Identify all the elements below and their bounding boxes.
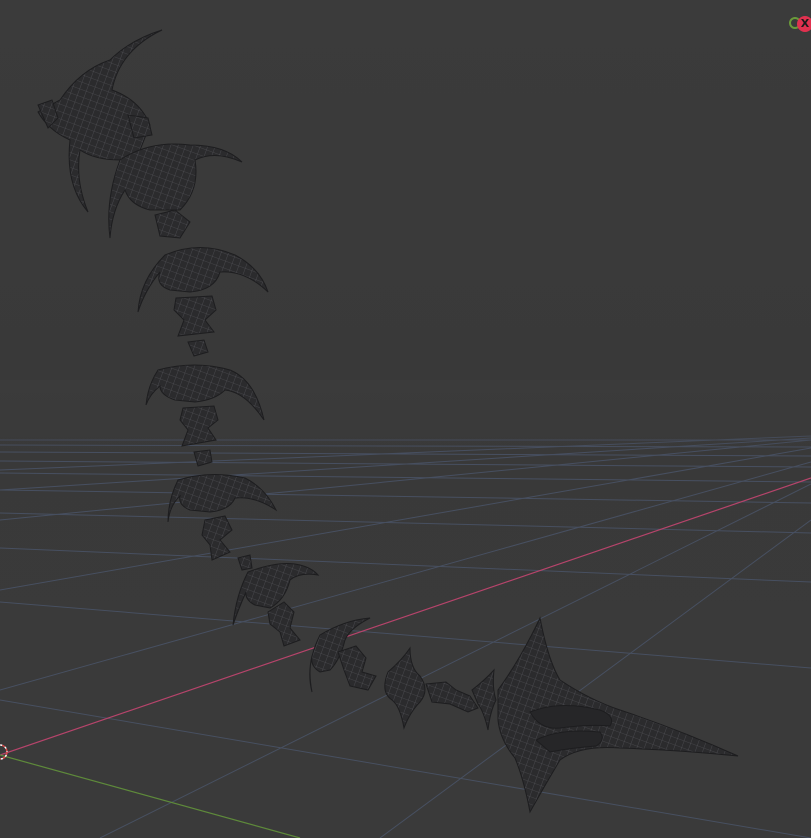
3d-cursor-icon[interactable] (0, 742, 10, 762)
floor-grid (0, 435, 811, 838)
horizon-fog (0, 380, 811, 450)
navigation-gizmo[interactable]: X (787, 14, 811, 34)
3d-viewport[interactable]: X (0, 0, 811, 838)
gizmo-x-axis-button[interactable]: X (797, 16, 811, 32)
scene-canvas[interactable] (0, 0, 811, 838)
y-axis-line (0, 754, 301, 838)
